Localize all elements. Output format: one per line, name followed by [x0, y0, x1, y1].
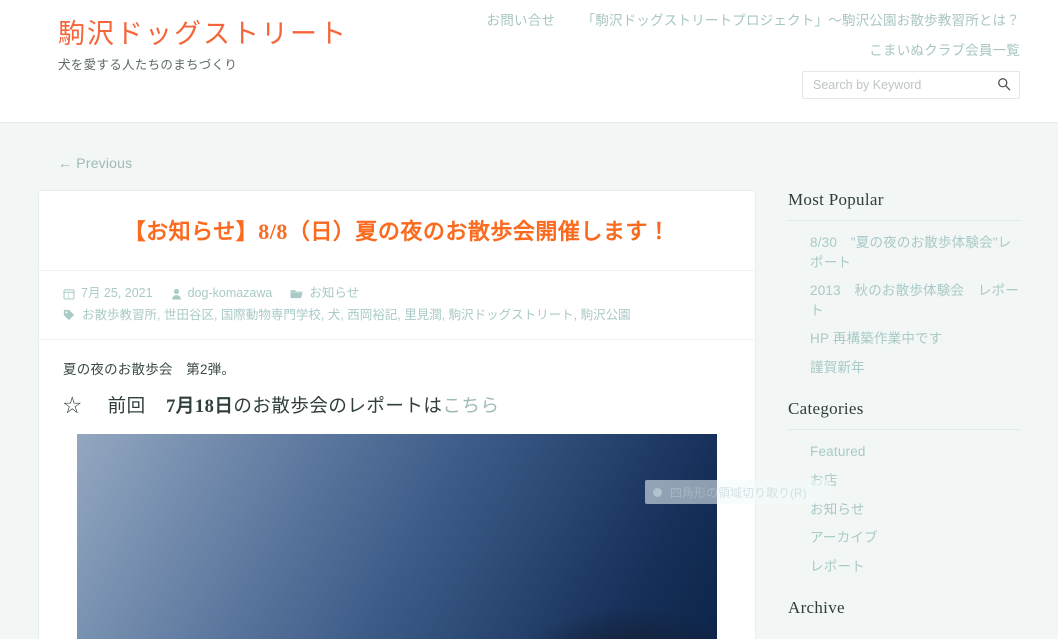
content-layout: 【お知らせ】8/8（日）夏の夜のお散歩会開催します！ 1 7月 25, 2021…: [38, 190, 1020, 639]
article-card: 【お知らせ】8/8（日）夏の夜のお散歩会開催します！ 1 7月 25, 2021…: [38, 190, 756, 639]
meta-date-text: 7月 25, 2021: [81, 285, 153, 300]
article-body: 夏の夜のお散歩会 第2弾。 ☆ 前回 7月18日のお散歩会のレポートはこちら: [39, 340, 755, 639]
meta-category-text[interactable]: お知らせ: [309, 283, 359, 305]
most-popular-item-2[interactable]: HP 再構築作業中です: [810, 329, 1020, 349]
list-item[interactable]: Featured: [810, 442, 1020, 462]
article-title: 【お知らせ】8/8（日）夏の夜のお散歩会開催します！: [123, 219, 671, 244]
lead-prefix: 前回: [107, 396, 146, 417]
category-item-report[interactable]: レポート: [810, 557, 1020, 577]
search-icon: [997, 77, 1011, 94]
meta-date: 1 7月 25, 2021: [63, 283, 153, 305]
list-item[interactable]: 2013 秋のお散歩体験会 レポート: [810, 281, 1020, 320]
category-item-shop[interactable]: お店: [810, 471, 1020, 491]
nav-row-secondary: こまいぬクラブ会員一覧: [487, 36, 1020, 66]
site-tagline: 犬を愛する人たちのまちづくり: [58, 57, 238, 72]
widget-title-most-popular: Most Popular: [788, 190, 884, 209]
categories-list: Featured お店 お知らせ アーカイブ レポート: [788, 442, 1020, 576]
widget-divider: [788, 220, 1020, 221]
site-title[interactable]: 駒沢ドッグストリート: [58, 18, 348, 52]
nav-row-primary: お問い合せ 「駒沢ドッグストリートプロジェクト」～駒沢公園お散歩教習所とは？: [487, 6, 1020, 36]
nav-item-project-about[interactable]: 「駒沢ドッグストリートプロジェクト」～駒沢公園お散歩教習所とは？: [582, 13, 1020, 28]
meta-category[interactable]: お知らせ: [290, 283, 359, 305]
calendar-icon: 1: [63, 288, 75, 300]
most-popular-item-0[interactable]: 8/30 "夏の夜のお散歩体験会"レポート: [810, 233, 1020, 272]
most-popular-list: 8/30 "夏の夜のお散歩体験会"レポート 2013 秋のお散歩体験会 レポート…: [788, 233, 1020, 377]
most-popular-item-3[interactable]: 謹賀新年: [810, 358, 1020, 378]
star-icon: ☆: [63, 396, 83, 417]
main-content: 【お知らせ】8/8（日）夏の夜のお散歩会開催します！ 1 7月 25, 2021…: [38, 190, 758, 639]
top-navigation[interactable]: お問い合せ 「駒沢ドッグストリートプロジェクト」～駒沢公園お散歩教習所とは？ こ…: [487, 6, 1020, 67]
search-input[interactable]: [803, 72, 989, 98]
meta-tags-text[interactable]: お散歩教習所, 世田谷区, 国際動物専門学校, 犬, 西岡裕記, 里見潤, 駒沢…: [82, 305, 631, 327]
most-popular-item-1[interactable]: 2013 秋のお散歩体験会 レポート: [810, 281, 1020, 320]
tag-icon: [63, 305, 75, 329]
previous-link[interactable]: ← Previous: [58, 155, 132, 171]
list-item[interactable]: お知らせ: [810, 500, 1020, 520]
list-item[interactable]: お店: [810, 471, 1020, 491]
list-item[interactable]: 謹賀新年: [810, 358, 1020, 378]
meta-line-tags: お散歩教習所, 世田谷区, 国際動物専門学校, 犬, 西岡裕記, 里見潤, 駒沢…: [63, 305, 731, 329]
category-item-featured[interactable]: Featured: [810, 442, 1020, 462]
list-item[interactable]: アーカイブ: [810, 528, 1020, 548]
nav-item-member-list[interactable]: こまいぬクラブ会員一覧: [869, 43, 1020, 58]
article-meta: 1 7月 25, 2021 dog-komazawa お知らせ お散歩教習所, …: [39, 271, 755, 340]
widget-most-popular: Most Popular 8/30 "夏の夜のお散歩体験会"レポート 2013 …: [788, 190, 1020, 377]
list-item[interactable]: HP 再構築作業中です: [810, 329, 1020, 349]
lead-middle: のお散歩会のレポートは: [233, 396, 443, 417]
list-item[interactable]: レポート: [810, 557, 1020, 577]
search-box[interactable]: [802, 71, 1020, 99]
list-item[interactable]: 8/30 "夏の夜のお散歩体験会"レポート: [810, 233, 1020, 272]
meta-author[interactable]: dog-komazawa: [171, 283, 273, 305]
widget-categories: Categories Featured お店 お知らせ アーカイブ レポート: [788, 399, 1020, 576]
meta-line-primary: 1 7月 25, 2021 dog-komazawa お知らせ: [63, 283, 731, 305]
svg-text:1: 1: [67, 293, 70, 299]
category-item-archive[interactable]: アーカイブ: [810, 528, 1020, 548]
widget-title-archive: Archive: [788, 598, 845, 618]
nav-item-contact[interactable]: お問い合せ: [487, 13, 556, 28]
page-body: ← Previous 【お知らせ】8/8（日）夏の夜のお散歩会開催します！ 1 …: [0, 123, 1058, 639]
article-paragraph: 夏の夜のお散歩会 第2弾。: [63, 361, 236, 377]
article-photo: [77, 433, 717, 639]
sidebar: Most Popular 8/30 "夏の夜のお散歩体験会"レポート 2013 …: [758, 190, 1020, 639]
widget-archive: Archive: [788, 598, 1020, 618]
article-lead-line: ☆ 前回 7月18日のお散歩会のレポートはこちら: [63, 392, 731, 418]
lead-report-link[interactable]: こちら: [442, 397, 499, 417]
folder-icon: [290, 288, 303, 300]
meta-author-text[interactable]: dog-komazawa: [188, 283, 273, 305]
user-icon: [171, 288, 182, 300]
widget-title-categories: Categories: [788, 399, 864, 419]
widget-divider: [788, 429, 1020, 431]
lead-date: 7月18日: [166, 396, 234, 417]
category-item-news[interactable]: お知らせ: [810, 500, 1020, 520]
site-header: 駒沢ドッグストリート 犬を愛する人たちのまちづくり お問い合せ 「駒沢ドッグスト…: [0, 0, 1058, 123]
article-header: 【お知らせ】8/8（日）夏の夜のお散歩会開催します！: [39, 191, 755, 271]
search-button[interactable]: [989, 72, 1019, 98]
site-branding[interactable]: 駒沢ドッグストリート 犬を愛する人たちのまちづくり: [58, 18, 348, 73]
